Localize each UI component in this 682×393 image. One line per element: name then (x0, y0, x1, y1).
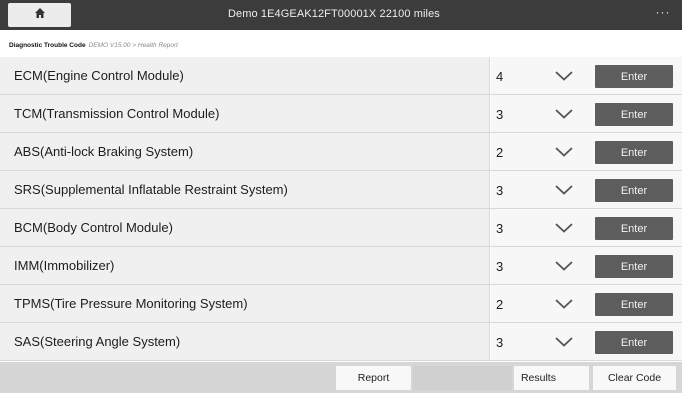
chevron-down-icon[interactable] (555, 71, 573, 81)
dtc-count-cell: 3 (491, 171, 586, 208)
dtc-count-cell: 2 (491, 285, 586, 322)
breadcrumb-path: DEMO V15.00 > Health Report (88, 42, 178, 49)
module-name: SAS(Steering Angle System) (14, 334, 181, 349)
table-row: SAS(Steering Angle System) 3 Enter (0, 323, 682, 361)
bottom-toolbar: Report Results Clear Code (0, 362, 682, 393)
chevron-down-icon[interactable] (555, 185, 573, 195)
clear-code-button[interactable]: Clear Code (593, 366, 676, 390)
enter-button[interactable]: Enter (595, 293, 673, 316)
dtc-count-cell: 4 (491, 57, 586, 94)
chevron-down-icon[interactable] (555, 109, 573, 119)
help-button (413, 366, 512, 390)
chevron-down-icon[interactable] (555, 337, 573, 347)
module-name: IMM(Immobilizer) (14, 258, 115, 273)
dtc-count: 3 (496, 221, 504, 236)
module-name-cell: TPMS(Tire Pressure Monitoring System) (0, 285, 490, 322)
home-icon (34, 6, 46, 24)
module-name: TCM(Transmission Control Module) (14, 106, 220, 121)
enter-cell: Enter (586, 285, 682, 322)
dtc-count-cell: 3 (491, 95, 586, 132)
module-name-cell: TCM(Transmission Control Module) (0, 95, 490, 132)
module-name: TPMS(Tire Pressure Monitoring System) (14, 296, 248, 311)
module-name: SRS(Supplemental Inflatable Restraint Sy… (14, 182, 288, 197)
enter-cell: Enter (586, 133, 682, 170)
dtc-count: 3 (496, 183, 504, 198)
enter-cell: Enter (586, 247, 682, 284)
more-options-button[interactable]: ··· (652, 6, 674, 22)
table-row: BCM(Body Control Module) 3 Enter (0, 209, 682, 247)
top-bar: Demo 1E4GEAK12FT00001X 22100 miles ··· (0, 0, 682, 30)
dtc-count-cell: 2 (491, 133, 586, 170)
results-button[interactable]: Results (514, 366, 589, 390)
chevron-down-icon[interactable] (555, 223, 573, 233)
enter-cell: Enter (586, 95, 682, 132)
enter-button[interactable]: Enter (595, 141, 673, 164)
table-row: SRS(Supplemental Inflatable Restraint Sy… (0, 171, 682, 209)
dtc-count: 3 (496, 259, 504, 274)
enter-button[interactable]: Enter (595, 255, 673, 278)
vehicle-title: Demo 1E4GEAK12FT00001X 22100 miles (228, 8, 440, 20)
enter-button[interactable]: Enter (595, 217, 673, 240)
dtc-count: 3 (496, 335, 504, 350)
table-row: IMM(Immobilizer) 3 Enter (0, 247, 682, 285)
home-button[interactable] (8, 3, 71, 27)
breadcrumb-row: Diagnostic Trouble Code DEMO V15.00 > Hea… (0, 30, 682, 56)
enter-cell: Enter (586, 209, 682, 246)
enter-button[interactable]: Enter (595, 331, 673, 354)
dtc-count-cell: 3 (491, 247, 586, 284)
enter-cell: Enter (586, 57, 682, 94)
module-name-cell: BCM(Body Control Module) (0, 209, 490, 246)
table-row: TPMS(Tire Pressure Monitoring System) 2 En… (0, 285, 682, 323)
chevron-down-icon[interactable] (555, 299, 573, 309)
module-name: BCM(Body Control Module) (14, 220, 173, 235)
breadcrumb: Diagnostic Trouble Code DEMO V15.00 > Hea… (9, 42, 178, 49)
module-list[interactable]: ECM(Engine Control Module) 4 Enter TCM(Tran… (0, 57, 682, 362)
module-name-cell: ABS(Anti-lock Braking System) (0, 133, 490, 170)
dtc-count: 4 (496, 69, 504, 84)
results-label: Results (520, 372, 556, 384)
dtc-count: 3 (496, 107, 504, 122)
enter-cell: Enter (586, 323, 682, 360)
enter-button[interactable]: Enter (595, 65, 673, 88)
module-name: ECM(Engine Control Module) (14, 68, 184, 83)
module-name-cell: SRS(Supplemental Inflatable Restraint Sy… (0, 171, 490, 208)
enter-button[interactable]: Enter (595, 179, 673, 202)
chevron-down-icon[interactable] (555, 147, 573, 157)
enter-cell: Enter (586, 171, 682, 208)
table-row: ECM(Engine Control Module) 4 Enter (0, 57, 682, 95)
chevron-down-icon[interactable] (555, 261, 573, 271)
dtc-count: 2 (496, 297, 504, 312)
module-name-cell: ECM(Engine Control Module) (0, 57, 490, 94)
dtc-count-cell: 3 (491, 209, 586, 246)
module-name-cell: IMM(Immobilizer) (0, 247, 490, 284)
dtc-count: 2 (496, 145, 504, 160)
table-row: TCM(Transmission Control Module) 3 Enter (0, 95, 682, 133)
module-name: ABS(Anti-lock Braking System) (14, 144, 194, 159)
table-row: ABS(Anti-lock Braking System) 2 Enter (0, 133, 682, 171)
enter-button[interactable]: Enter (595, 103, 673, 126)
report-button[interactable]: Report (336, 366, 411, 390)
module-name-cell: SAS(Steering Angle System) (0, 323, 490, 360)
breadcrumb-section: Diagnostic Trouble Code (9, 42, 86, 49)
dtc-count-cell: 3 (491, 323, 586, 360)
